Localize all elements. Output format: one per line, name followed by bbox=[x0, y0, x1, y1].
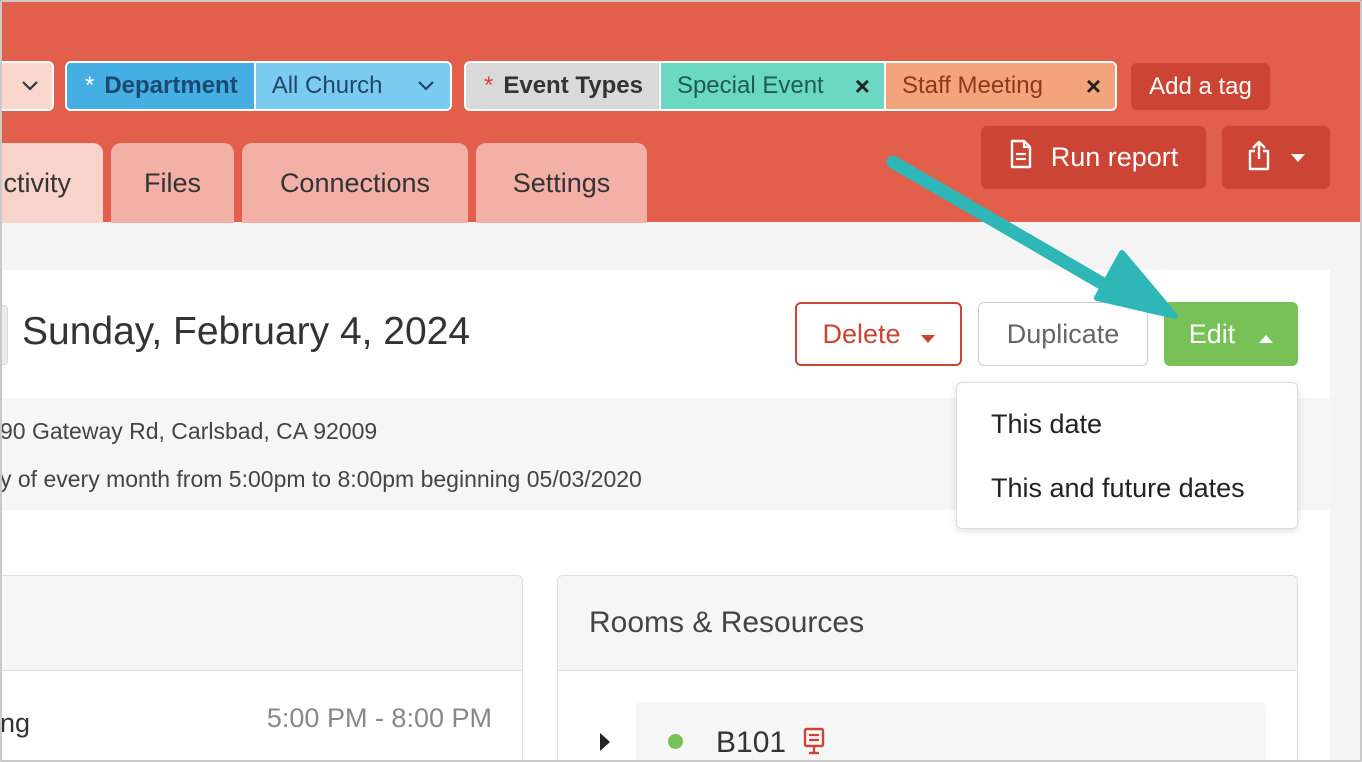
annotation-arrow bbox=[886, 155, 1178, 319]
